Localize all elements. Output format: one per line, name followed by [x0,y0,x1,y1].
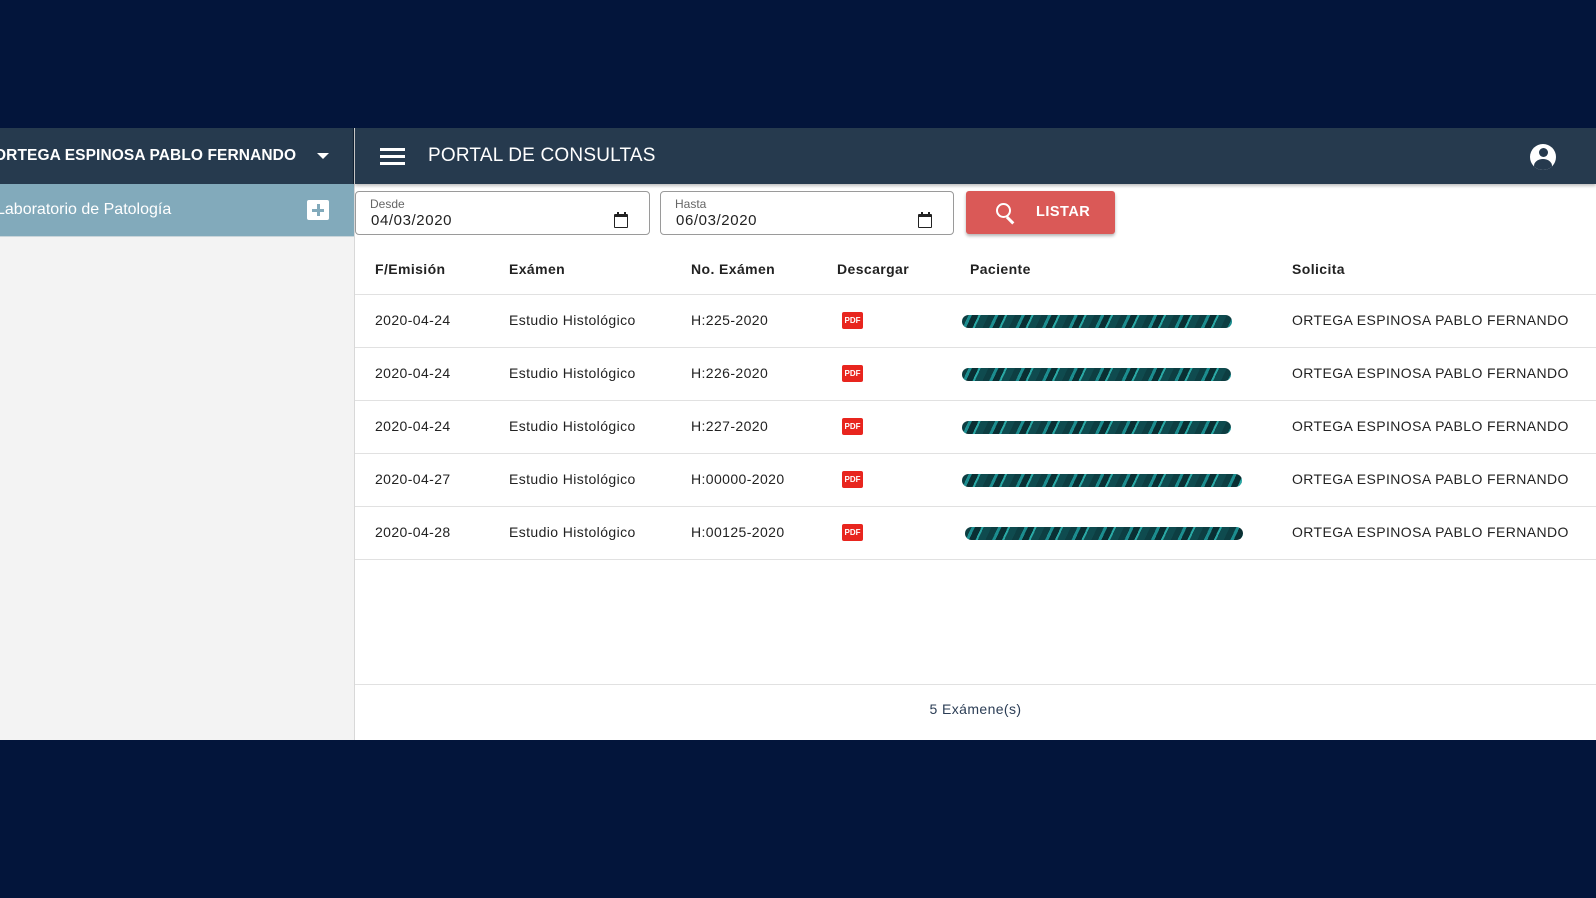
fecha-cell: 2020-04-24 [375,365,451,381]
main-content: PORTAL DE CONSULTAS Desde 04/03/2020 Has… [355,128,1596,740]
redacted-patient-name [962,474,1242,487]
fecha-cell: 2020-04-27 [375,471,451,487]
solicita-cell: ORTEGA ESPINOSA PABLO FERNANDO [1292,524,1569,540]
pdf-icon[interactable]: PDF [842,312,863,329]
examen-cell: Estudio Histológico [509,418,636,434]
table-row[interactable]: 2020-04-24 Estudio Histológico H:225-202… [355,295,1596,348]
top-bar: PORTAL DE CONSULTAS [355,128,1596,184]
sidebar-item-label: Laboratorio de Patología [0,201,172,218]
pdf-icon[interactable]: PDF [842,471,863,488]
chevron-down-icon[interactable] [317,153,329,159]
numero-cell: H:00000-2020 [691,471,785,487]
redacted-patient-name [965,527,1243,540]
desde-value[interactable]: 04/03/2020 [371,212,452,229]
table-header: F/Emisión Exámen No. Exámen Descargar Pa… [355,244,1596,295]
table-row[interactable]: 2020-04-24 Estudio Histológico H:227-202… [355,401,1596,454]
column-header-descargar[interactable]: Descargar [837,244,909,295]
redacted-patient-name [962,368,1231,381]
hamburger-icon[interactable] [380,148,405,165]
exam-table: F/Emisión Exámen No. Exámen Descargar Pa… [355,244,1596,560]
table-row[interactable]: 2020-04-28 Estudio Histológico H:00125-2… [355,507,1596,560]
filter-bar: Desde 04/03/2020 Hasta 06/03/2020 LISTAR [355,191,1596,237]
hasta-value[interactable]: 06/03/2020 [676,212,757,229]
calendar-icon[interactable] [918,212,932,228]
desde-date-field[interactable]: Desde 04/03/2020 [355,191,650,235]
column-header-numero[interactable]: No. Exámen [691,244,775,295]
table-row[interactable]: 2020-04-27 Estudio Histológico H:00000-2… [355,454,1596,507]
examen-cell: Estudio Histológico [509,365,636,381]
pdf-icon[interactable]: PDF [842,365,863,382]
numero-cell: H:227-2020 [691,418,769,434]
sidebar: ORTEGA ESPINOSA PABLO FERNANDO Laborator… [0,128,355,740]
column-header-examen[interactable]: Exámen [509,244,565,295]
numero-cell: H:226-2020 [691,365,769,381]
user-menu[interactable]: ORTEGA ESPINOSA PABLO FERNANDO [0,128,354,184]
examen-cell: Estudio Histológico [509,312,636,328]
redacted-patient-name [962,315,1232,328]
examen-cell: Estudio Histológico [509,524,636,540]
pdf-icon[interactable]: PDF [842,524,863,541]
solicita-cell: ORTEGA ESPINOSA PABLO FERNANDO [1292,312,1569,328]
account-circle-icon[interactable] [1530,144,1556,170]
numero-cell: H:00125-2020 [691,524,785,540]
pdf-icon[interactable]: PDF [842,418,863,435]
fecha-cell: 2020-04-28 [375,524,451,540]
column-header-solicita[interactable]: Solicita [1292,244,1345,295]
table-footer: 5 Exámene(s) [355,684,1596,740]
hasta-date-field[interactable]: Hasta 06/03/2020 [660,191,954,235]
desde-label: Desde [370,197,405,211]
search-icon [996,203,1016,225]
solicita-cell: ORTEGA ESPINOSA PABLO FERNANDO [1292,418,1569,434]
listar-button[interactable]: LISTAR [966,191,1115,234]
app-window: ORTEGA ESPINOSA PABLO FERNANDO Laborator… [0,128,1596,740]
user-name: ORTEGA ESPINOSA PABLO FERNANDO [0,147,297,164]
listar-label: LISTAR [1036,204,1091,220]
table-row[interactable]: 2020-04-24 Estudio Histológico H:226-202… [355,348,1596,401]
sidebar-item-laboratorio[interactable]: Laboratorio de Patología [0,184,354,237]
examen-cell: Estudio Histológico [509,471,636,487]
hasta-label: Hasta [675,197,707,211]
exam-count: 5 Exámene(s) [929,701,1022,717]
fecha-cell: 2020-04-24 [375,418,451,434]
column-header-paciente[interactable]: Paciente [970,244,1031,295]
redacted-patient-name [962,421,1231,434]
solicita-cell: ORTEGA ESPINOSA PABLO FERNANDO [1292,471,1569,487]
plus-icon[interactable] [307,200,329,220]
calendar-icon[interactable] [614,212,628,228]
solicita-cell: ORTEGA ESPINOSA PABLO FERNANDO [1292,365,1569,381]
fecha-cell: 2020-04-24 [375,312,451,328]
numero-cell: H:225-2020 [691,312,769,328]
column-header-fecha[interactable]: F/Emisión [375,244,446,295]
page-title: PORTAL DE CONSULTAS [428,145,656,166]
